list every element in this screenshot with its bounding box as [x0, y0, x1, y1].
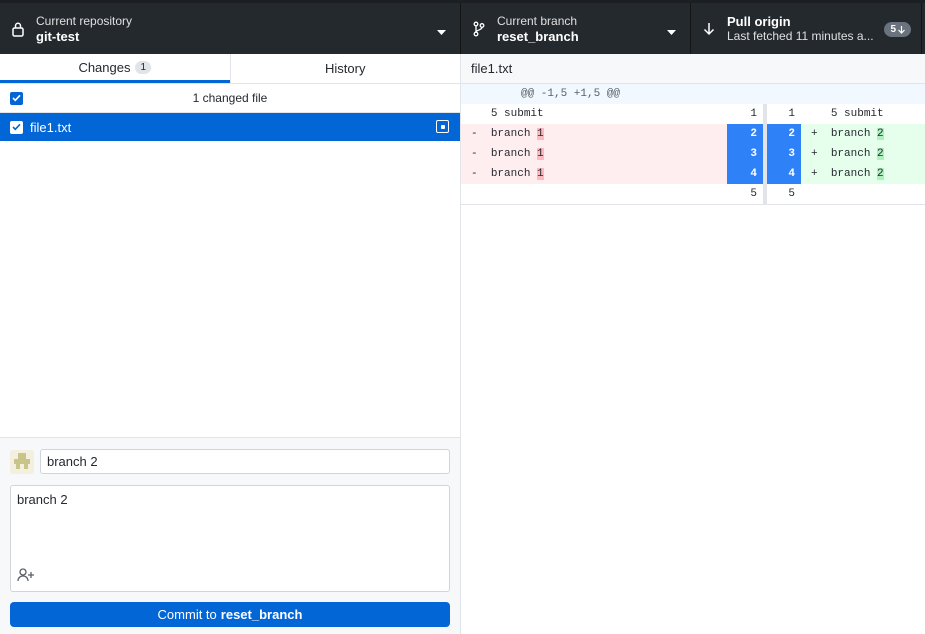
diff-plus: + — [811, 148, 818, 160]
avatar — [10, 450, 34, 474]
hunk-range: @@ -1,5 +1,5 @@ — [521, 88, 621, 100]
add-coauthor-icon[interactable] — [17, 568, 35, 585]
file-modified-icon — [436, 120, 449, 133]
diff-row: - branch 1 3 3 + branch 2 — [461, 144, 925, 164]
diff-row: - branch 1 4 4 + branch 2 — [461, 164, 925, 184]
diff-deleted-line: - branch 1 — [461, 164, 727, 184]
tab-bar: Changes 1 History — [0, 54, 460, 84]
diff-old-text: 5 submit — [490, 108, 544, 120]
toolbar: Current repository git-test Current bran… — [0, 0, 925, 54]
diff-old-line — [461, 184, 727, 204]
file-list-item[interactable]: file1.txt — [0, 113, 460, 141]
commit-button-branch: reset_branch — [220, 607, 303, 622]
changed-files-count: 1 changed file — [192, 91, 268, 105]
old-line-number[interactable]: 3 — [727, 144, 763, 164]
tab-changes-label: Changes — [78, 59, 131, 75]
checkmark-icon — [12, 123, 21, 131]
changes-header: 1 changed file — [0, 84, 460, 113]
tab-history[interactable]: History — [229, 54, 461, 83]
caret-down-icon — [667, 25, 676, 39]
diff-new-text: branch — [830, 128, 878, 140]
diff-old-text: branch — [490, 148, 538, 160]
diff-old-text: branch — [490, 128, 538, 140]
old-line-number[interactable]: 4 — [727, 164, 763, 184]
commit-description-field[interactable]: branch 2 — [10, 485, 450, 592]
diff-deleted-line: - branch 1 — [461, 124, 727, 144]
commit-description-text: branch 2 — [17, 492, 68, 507]
new-line-number[interactable]: 3 — [767, 144, 801, 164]
diff-new-highlight: 2 — [877, 168, 884, 180]
diff-added-line: + branch 2 — [801, 164, 925, 184]
diff-added-line: + branch 2 — [801, 144, 925, 164]
diff-new-line — [801, 184, 925, 204]
file-include-checkbox[interactable] — [10, 120, 23, 134]
new-line-number[interactable]: 4 — [767, 164, 801, 184]
commit-summary-input[interactable] — [40, 449, 450, 474]
diff-new-highlight: 2 — [877, 148, 884, 160]
new-line-number[interactable]: 2 — [767, 124, 801, 144]
arrow-down-icon — [691, 22, 727, 36]
changes-count-badge: 1 — [135, 60, 152, 74]
commit-button-prefix: Commit to — [157, 607, 217, 622]
diff-old-text: branch — [490, 168, 538, 180]
diff-plus: + — [811, 168, 818, 180]
pull-label: Pull origin — [727, 13, 791, 29]
checkmark-icon — [12, 94, 21, 102]
commit-button[interactable]: Commit to reset_branch — [10, 602, 450, 627]
repository-selector[interactable]: Current repository git-test — [0, 3, 461, 54]
diff-old-highlight: 1 — [537, 148, 544, 160]
diff-old-highlight: 1 — [537, 168, 544, 180]
pull-origin-button[interactable]: Pull origin Last fetched 11 minutes a...… — [691, 3, 922, 54]
old-line-number[interactable]: 5 — [727, 184, 763, 204]
diff-file-name: file1.txt — [471, 61, 513, 76]
diff-new-line: 5 submit — [801, 104, 925, 124]
commits-behind-badge: 5 — [884, 22, 911, 37]
last-fetched: Last fetched 11 minutes a... — [727, 28, 874, 43]
arrow-down-small-icon — [898, 25, 905, 34]
diff-row: - branch 1 2 2 + branch 2 — [461, 124, 925, 144]
old-line-number[interactable]: 1 — [727, 104, 763, 124]
diff-row: 5 5 — [461, 184, 925, 204]
branch-label: Current branch — [497, 13, 578, 28]
diff-added-line: + branch 2 — [801, 124, 925, 144]
new-line-number[interactable]: 1 — [767, 104, 801, 124]
diff-new-text: branch — [830, 148, 878, 160]
diff-new-highlight: 2 — [877, 128, 884, 140]
diff-old-line: 5 submit — [461, 104, 727, 124]
diff-panel: file1.txt @@ -1,5 +1,5 @@ 5 submit 1 1 5… — [461, 54, 925, 634]
diff-row: 5 submit 1 1 5 submit — [461, 104, 925, 124]
branch-name: reset_branch — [497, 28, 579, 44]
diff-plus: + — [811, 128, 818, 140]
lock-icon — [0, 21, 36, 37]
diff-new-text: 5 submit — [830, 108, 884, 120]
diff-old-highlight: 1 — [537, 128, 544, 140]
diff-hunk-header[interactable]: @@ -1,5 +1,5 @@ — [461, 84, 925, 104]
diff-file-header: file1.txt — [461, 54, 925, 84]
diff-deleted-line: - branch 1 — [461, 144, 727, 164]
diff-minus: - — [471, 148, 478, 160]
commit-message-area: branch 2 Commit to reset_branch — [0, 437, 460, 634]
file-name: file1.txt — [30, 119, 72, 135]
tab-history-label: History — [325, 61, 366, 76]
diff-new-text: branch — [830, 168, 878, 180]
git-branch-icon — [461, 21, 497, 37]
diff-minus: - — [471, 168, 478, 180]
repository-name: git-test — [36, 28, 80, 44]
new-line-number[interactable]: 5 — [767, 184, 801, 204]
repository-label: Current repository — [36, 13, 133, 28]
changes-panel: Changes 1 History 1 changed file file1.t… — [0, 54, 461, 634]
diff-view: @@ -1,5 +1,5 @@ 5 submit 1 1 5 submit - … — [461, 84, 925, 205]
caret-down-icon — [437, 25, 446, 39]
branch-selector[interactable]: Current branch reset_branch — [461, 3, 691, 54]
old-line-number[interactable]: 2 — [727, 124, 763, 144]
commits-behind-count: 5 — [890, 24, 896, 35]
diff-minus: - — [471, 128, 478, 140]
tab-changes[interactable]: Changes 1 — [0, 54, 230, 83]
select-all-checkbox[interactable] — [10, 91, 23, 105]
